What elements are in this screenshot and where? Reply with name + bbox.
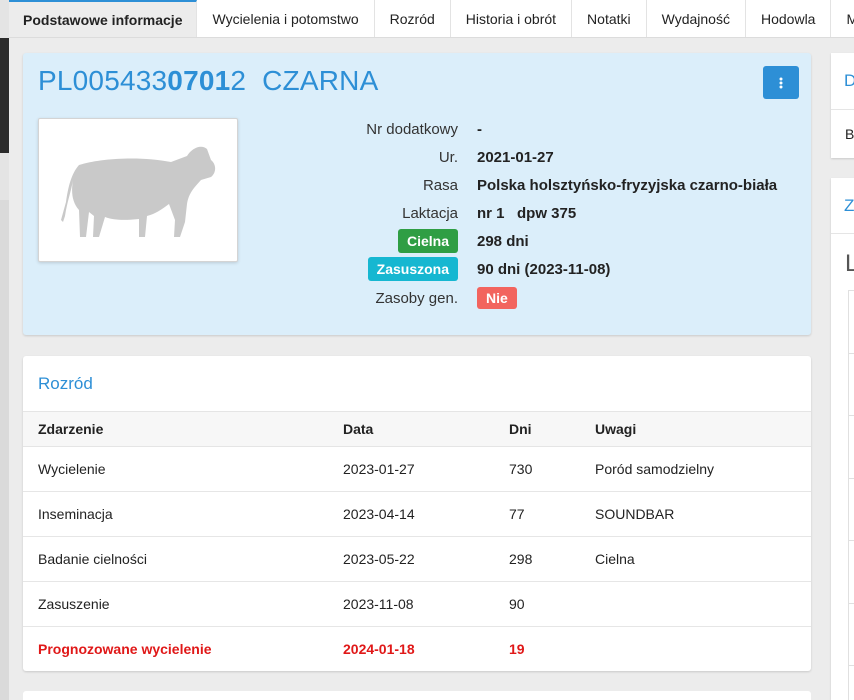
tab-wycielenia-i-potomstwo[interactable]: Wycielenia i potomstwo: [197, 0, 375, 37]
next-card: [23, 691, 811, 700]
right-panel-bottom-heading: L: [845, 250, 854, 277]
table-row[interactable]: Inseminacja 2023-04-14 77 SOUNDBAR: [23, 491, 811, 537]
col-header-date[interactable]: Data: [328, 411, 494, 447]
cell-event: Inseminacja: [23, 491, 328, 537]
tab-historia-i-obrot[interactable]: Historia i obrót: [451, 0, 573, 37]
reproduction-table: Zdarzenie Data Dni Uwagi Wycielenie 2023…: [23, 411, 811, 672]
cell-days: 90: [494, 581, 580, 627]
pregnant-badge: Cielna: [397, 229, 458, 253]
breed-label: Rasa: [422, 176, 458, 194]
info-row-extra: Nr dodatkowy -: [223, 117, 793, 141]
table-row[interactable]: Badanie cielności 2023-05-22 298 Cielna: [23, 536, 811, 582]
page-title: PL00543307012 CZARNA: [38, 65, 378, 97]
born-value: 2021-01-27: [477, 148, 554, 166]
cell-event: Wycielenie: [23, 446, 328, 492]
cell-date: 2023-05-22: [328, 536, 494, 582]
table-row-predicted[interactable]: Prognozowane wycielenie 2024-01-18 19: [23, 627, 811, 672]
lactation-value: nr 1 dpw 375: [477, 204, 577, 222]
extra-number-value: -: [477, 120, 482, 138]
tab-rozrod[interactable]: Rozród: [375, 0, 451, 37]
left-sidebar-edge: [0, 0, 9, 700]
tab-hodowla[interactable]: Hodowla: [746, 0, 832, 37]
genetic-resources-label: Zasoby gen.: [375, 289, 458, 307]
cow-id-prefix: PL005433: [38, 65, 168, 96]
col-header-days[interactable]: Dni: [494, 411, 580, 447]
tab-more[interactable]: M: [831, 0, 854, 37]
tab-podstawowe-informacje[interactable]: Podstawowe informacje: [9, 0, 198, 37]
cell-notes: SOUNDBAR: [580, 491, 811, 537]
cell-date: 2023-04-14: [328, 491, 494, 537]
dry-value: 90 dni (2023-11-08): [477, 260, 611, 278]
reproduction-card: Rozród Zdarzenie Data Dni Uwagi Wycielen…: [23, 356, 811, 671]
cell-notes: Poród samodzielny: [580, 446, 811, 492]
right-panel-bottom: Z L: [831, 178, 854, 700]
info-row-genetic: Zasoby gen. Nie: [223, 286, 793, 310]
cell-notes: Cielna: [580, 536, 811, 582]
cell-days: 19: [509, 641, 525, 658]
table-header-row: Zdarzenie Data Dni Uwagi: [23, 411, 811, 447]
right-panel-bottom-title: Z: [844, 196, 854, 215]
cow-id-bold: 0701: [167, 65, 231, 96]
options-menu-button[interactable]: [763, 66, 799, 99]
info-row-breed: Rasa Polska holsztyńsko-fryzyjska czarno…: [223, 173, 793, 197]
tab-notatki[interactable]: Notatki: [572, 0, 647, 37]
lactation-label: Laktacja: [402, 204, 458, 222]
col-header-notes[interactable]: Uwagi: [580, 411, 811, 447]
info-row-born: Ur. 2021-01-27: [223, 145, 793, 169]
tab-wydajnosc[interactable]: Wydajność: [647, 0, 746, 37]
cell-days: 77: [494, 491, 580, 537]
extra-number-label: Nr dodatkowy: [366, 120, 458, 138]
genetic-resources-badge: Nie: [477, 287, 517, 309]
right-panel-list: [848, 290, 854, 700]
cell-date: 2023-01-27: [328, 446, 494, 492]
right-panel-top-text: B: [845, 126, 854, 142]
cow-name: CZARNA: [262, 65, 379, 96]
left-sidebar-panel: [0, 200, 9, 700]
info-row-pregnant: Cielna 298 dni: [223, 229, 793, 253]
cell-notes: [580, 627, 811, 672]
pregnant-value: 298 dni: [477, 232, 529, 250]
cell-date: 2024-01-18: [343, 641, 415, 658]
cell-event: Zasuszenie: [23, 581, 328, 627]
info-row-lactation: Laktacja nr 1 dpw 375: [223, 201, 793, 225]
cow-id-suffix: 2: [230, 65, 247, 96]
animal-info-card: PL00543307012 CZARNA Nr dodatkowy - Ur. …: [23, 53, 811, 335]
cell-days: 298: [494, 536, 580, 582]
cell-event: Prognozowane wycielenie: [38, 641, 212, 658]
info-row-dry: Zasuszona 90 dni (2023-11-08): [223, 257, 793, 281]
divider: [831, 233, 854, 234]
left-sidebar-dark-block: [0, 38, 9, 153]
cow-silhouette-icon: [60, 146, 215, 237]
dry-badge: Zasuszona: [367, 257, 458, 281]
born-label: Ur.: [438, 148, 458, 166]
right-panel-top: D B: [831, 53, 854, 158]
cell-date: 2023-11-08: [328, 581, 494, 627]
vertical-dots-icon: [779, 77, 783, 88]
cell-notes: [580, 581, 811, 627]
cell-event: Badanie cielności: [23, 536, 328, 582]
cell-days: 730: [494, 446, 580, 492]
breed-value: Polska holsztyńsko-fryzyjska czarno-biał…: [477, 176, 778, 194]
tab-bar: Podstawowe informacje Wycielenia i potom…: [9, 0, 854, 38]
table-row[interactable]: Wycielenie 2023-01-27 730 Poród samodzie…: [23, 446, 811, 492]
table-row[interactable]: Zasuszenie 2023-11-08 90: [23, 581, 811, 627]
reproduction-title: Rozród: [38, 374, 93, 393]
cow-photo[interactable]: [38, 118, 238, 262]
col-header-event[interactable]: Zdarzenie: [23, 411, 328, 447]
right-panel-top-title: D: [844, 71, 854, 90]
divider: [831, 109, 854, 110]
